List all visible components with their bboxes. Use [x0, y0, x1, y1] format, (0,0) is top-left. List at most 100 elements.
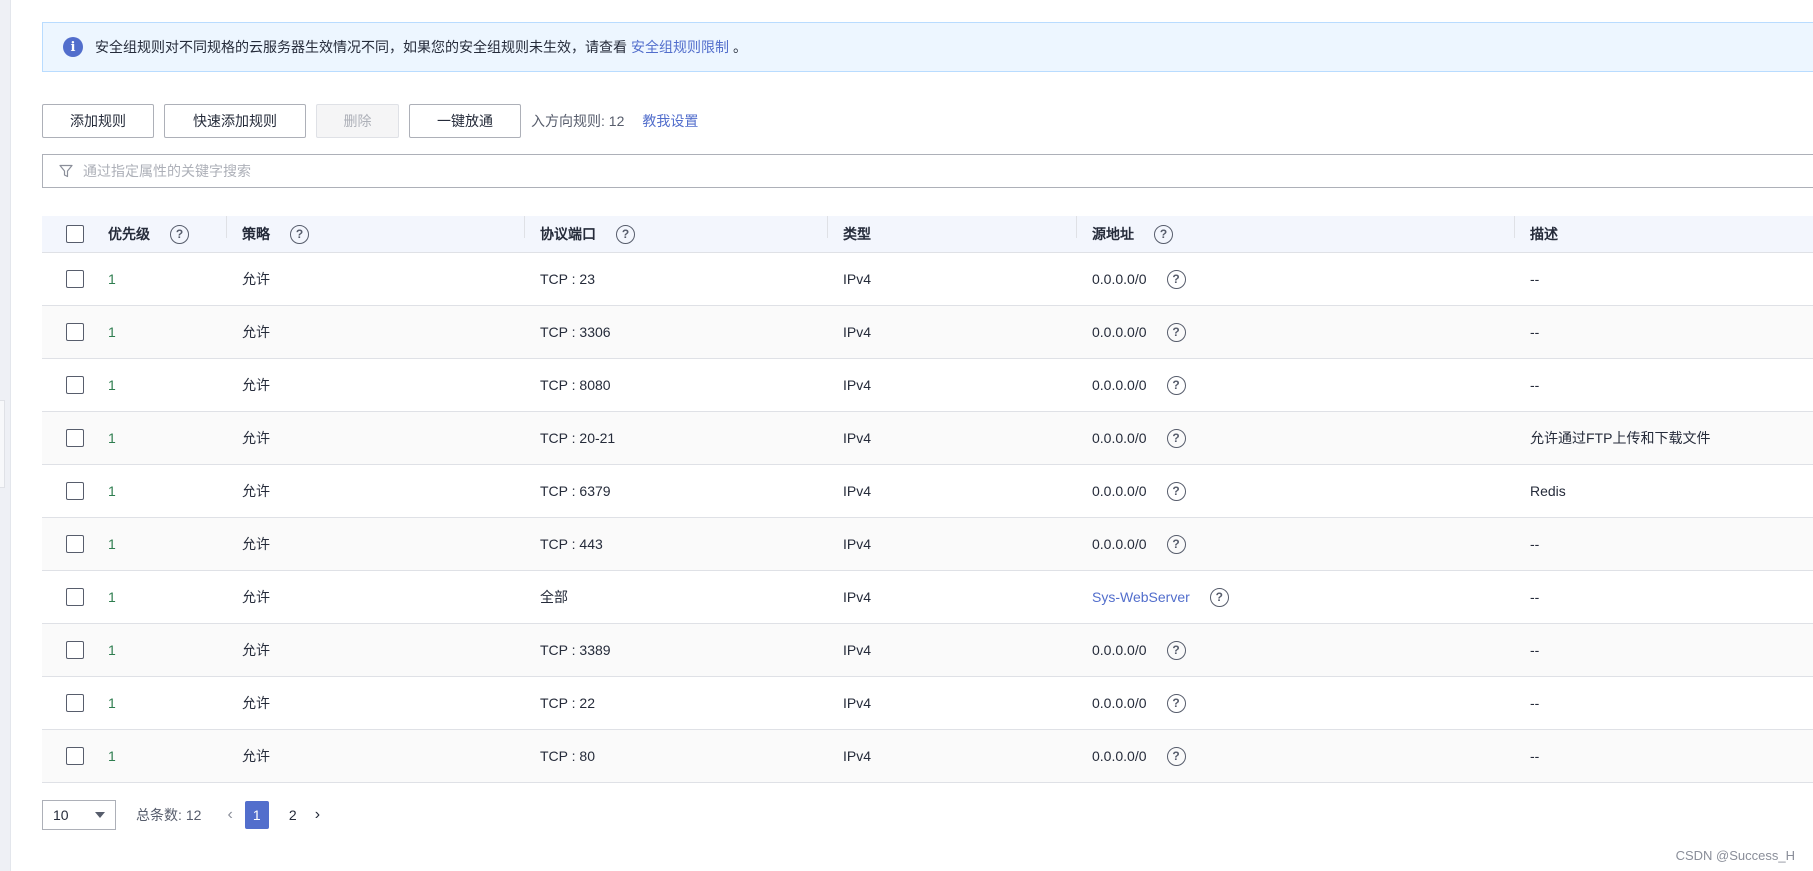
row-checkbox[interactable]	[66, 641, 84, 659]
page-1-button[interactable]: 1	[244, 801, 269, 829]
cell-policy: 允许	[242, 748, 270, 764]
cell-policy: 允许	[242, 483, 270, 499]
row-checkbox[interactable]	[66, 747, 84, 765]
table-row: 1 允许 TCP : 20-21 IPv4 0.0.0.0/0? 允许通过FTP上传和下载…	[42, 412, 1813, 465]
row-checkbox[interactable]	[66, 376, 84, 394]
cell-description: --	[1530, 695, 1540, 711]
cell-type: IPv4	[843, 430, 872, 446]
cell-protocol-port: TCP : 6379	[540, 483, 611, 499]
question-circle-icon[interactable]: ?	[1166, 375, 1186, 395]
search-placeholder: 通过指定属性的关键字搜索	[83, 163, 251, 179]
cell-protocol-port: TCP : 443	[540, 536, 603, 552]
cell-description: 允许通过FTP上传和下载文件	[1530, 430, 1711, 446]
question-circle-icon[interactable]: ?	[1166, 322, 1186, 342]
row-checkbox[interactable]	[66, 323, 84, 341]
question-circle-icon[interactable]: ?	[1209, 587, 1229, 607]
question-circle-icon[interactable]: ?	[1166, 481, 1186, 501]
question-circle-icon[interactable]: ?	[1166, 693, 1186, 713]
help-setup-link[interactable]: 教我设置	[642, 111, 698, 131]
table-row: 1 允许 TCP : 23 IPv4 0.0.0.0/0? --	[42, 253, 1813, 306]
sidebar-collapse-handle[interactable]	[0, 400, 5, 488]
question-circle-icon[interactable]: ?	[1166, 534, 1186, 554]
row-checkbox[interactable]	[66, 694, 84, 712]
search-input[interactable]: 通过指定属性的关键字搜索	[42, 154, 1813, 188]
cell-protocol-port: TCP : 3389	[540, 642, 611, 658]
inbound-rule-count: 入方向规则: 12	[531, 113, 625, 129]
cell-priority: 1	[108, 748, 116, 764]
table-row: 1 允许 TCP : 6379 IPv4 0.0.0.0/0? Redis	[42, 465, 1813, 518]
cell-priority: 1	[108, 589, 116, 605]
cell-description: --	[1530, 748, 1540, 764]
select-all-checkbox[interactable]	[66, 225, 84, 243]
cell-description: --	[1530, 642, 1540, 658]
security-rule-limit-link[interactable]: 安全组规则限制	[631, 37, 729, 57]
header-protocol-port: 协议端口	[540, 226, 596, 242]
cell-description: --	[1530, 536, 1540, 552]
delete-button[interactable]: 删除	[316, 104, 399, 138]
question-circle-icon[interactable]: ?	[170, 224, 189, 244]
cell-source: 0.0.0.0/0	[1092, 377, 1147, 393]
cell-type: IPv4	[843, 536, 872, 552]
table-row: 1 允许 TCP : 3306 IPv4 0.0.0.0/0? --	[42, 306, 1813, 359]
chevron-left-icon[interactable]: ‹	[227, 806, 232, 824]
row-checkbox[interactable]	[66, 270, 84, 288]
row-checkbox[interactable]	[66, 482, 84, 500]
left-rail	[0, 0, 11, 871]
notice-text: 安全组规则对不同规格的云服务器生效情况不同，如果您的安全组规则未生效，请查看	[95, 39, 627, 55]
cell-description: --	[1530, 377, 1540, 393]
add-rule-button[interactable]: 添加规则	[42, 104, 154, 138]
question-circle-icon[interactable]: ?	[290, 224, 309, 244]
question-circle-icon[interactable]: ?	[616, 224, 635, 244]
info-icon: i	[63, 37, 83, 57]
total-label: 总条数:	[136, 807, 182, 823]
info-notice-banner: i 安全组规则对不同规格的云服务器生效情况不同，如果您的安全组规则未生效，请查看…	[42, 22, 1813, 72]
quick-add-rule-button[interactable]: 快速添加规则	[164, 104, 306, 138]
header-type: 类型	[843, 226, 871, 242]
cell-priority: 1	[108, 483, 116, 499]
page-2-button[interactable]: 2	[281, 801, 305, 829]
header-policy: 策略	[242, 226, 270, 242]
row-checkbox[interactable]	[66, 588, 84, 606]
cell-priority: 1	[108, 430, 116, 446]
cell-type: IPv4	[843, 483, 872, 499]
row-checkbox[interactable]	[66, 429, 84, 447]
cell-policy: 允许	[242, 536, 270, 552]
table-row: 1 允许 TCP : 22 IPv4 0.0.0.0/0? --	[42, 677, 1813, 730]
cell-protocol-port: TCP : 23	[540, 271, 595, 287]
page-size-select[interactable]: 10	[42, 800, 116, 830]
cell-protocol-port: TCP : 3306	[540, 324, 611, 340]
cell-source: 0.0.0.0/0	[1092, 483, 1147, 499]
cell-priority: 1	[108, 271, 116, 287]
question-circle-icon[interactable]: ?	[1154, 224, 1173, 244]
cell-source: 0.0.0.0/0	[1092, 695, 1147, 711]
table-header: 优先级 ? 策略 ? 协议端口 ? 类型 源地址 ? 描述	[42, 216, 1813, 253]
cell-description: --	[1530, 589, 1540, 605]
cell-source: 0.0.0.0/0	[1092, 271, 1147, 287]
cell-protocol-port: 全部	[540, 589, 568, 605]
header-source: 源地址	[1092, 226, 1134, 242]
table-row: 1 允许 TCP : 3389 IPv4 0.0.0.0/0? --	[42, 624, 1813, 677]
question-circle-icon[interactable]: ?	[1166, 269, 1186, 289]
header-description: 描述	[1530, 226, 1558, 242]
cell-source[interactable]: Sys-WebServer	[1092, 589, 1190, 605]
caret-down-icon	[95, 812, 105, 818]
row-checkbox[interactable]	[66, 535, 84, 553]
table-body: 1 允许 TCP : 23 IPv4 0.0.0.0/0? -- 1 允许 TCP : 3306…	[42, 253, 1813, 783]
cell-source: 0.0.0.0/0	[1092, 430, 1147, 446]
pagination: 10 总条数: 12 ‹ 1 2 ›	[42, 800, 320, 830]
table-row: 1 允许 TCP : 8080 IPv4 0.0.0.0/0? --	[42, 359, 1813, 412]
notice-suffix: 。	[733, 39, 747, 55]
cell-type: IPv4	[843, 695, 872, 711]
question-circle-icon[interactable]: ?	[1166, 640, 1186, 660]
total-count: 12	[185, 807, 202, 823]
cell-type: IPv4	[843, 377, 872, 393]
filter-icon	[59, 164, 73, 178]
cell-protocol-port: TCP : 80	[540, 748, 595, 764]
question-circle-icon[interactable]: ?	[1166, 428, 1186, 448]
cell-description: --	[1530, 271, 1540, 287]
chevron-right-icon[interactable]: ›	[315, 806, 320, 824]
cell-type: IPv4	[843, 642, 872, 658]
cell-priority: 1	[108, 536, 116, 552]
question-circle-icon[interactable]: ?	[1166, 746, 1186, 766]
one-click-allow-button[interactable]: 一键放通	[409, 104, 521, 138]
